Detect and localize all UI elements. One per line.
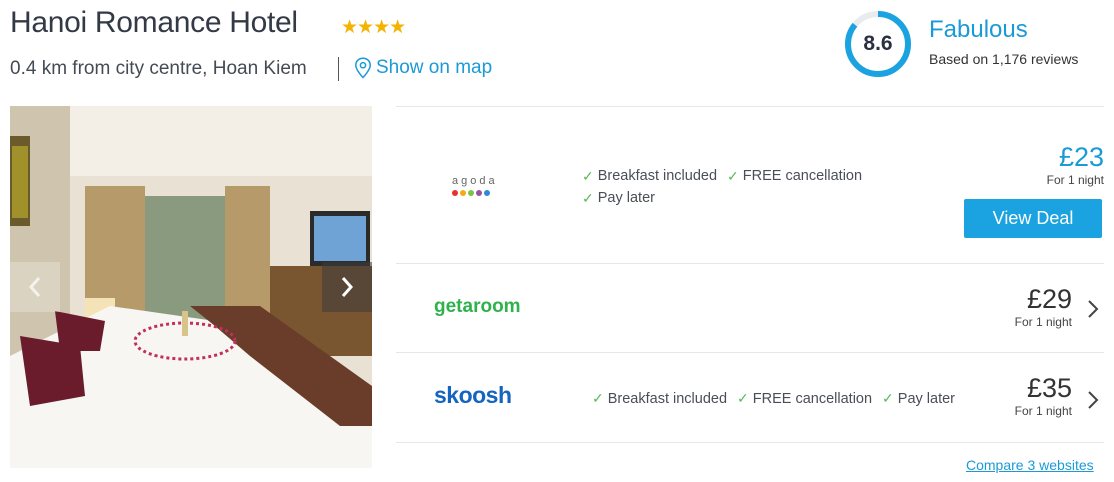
compare-websites-link[interactable]: Compare 3 websites xyxy=(966,457,1094,473)
check-icon: ✓ xyxy=(882,390,894,406)
feature-item: ✓ FREE cancellation xyxy=(727,166,862,187)
show-on-map-label: Show on map xyxy=(376,57,493,78)
agoda-logo-text: agoda xyxy=(452,175,498,187)
chevron-left-icon xyxy=(28,277,41,297)
deal-row-agoda[interactable]: agoda ✓ Breakfast included ✓ FREE cancellat… xyxy=(396,106,1104,263)
map-pin-icon xyxy=(355,57,371,79)
price-agoda: £23 For 1 night xyxy=(1047,143,1104,187)
chevron-right-icon[interactable] xyxy=(1086,390,1100,410)
feature-item: ✓ Pay later xyxy=(882,390,956,407)
feature-item: ✓ FREE cancellation xyxy=(737,390,873,407)
feature-item: ✓ Pay later xyxy=(582,188,655,209)
photo-prev-button[interactable] xyxy=(10,262,60,312)
deal-row-getaroom[interactable]: getaroom £29 For 1 night xyxy=(396,263,1104,352)
price-per-night: For 1 night xyxy=(1014,315,1072,329)
check-icon: ✓ xyxy=(727,168,739,184)
price-amount: £35 xyxy=(1026,373,1072,403)
deal-features-agoda: ✓ Breakfast included ✓ FREE cancellation ✓ P… xyxy=(582,166,912,210)
skoosh-logo: skoosh xyxy=(434,382,512,408)
getaroom-logo: getaroom xyxy=(434,296,521,317)
check-icon: ✓ xyxy=(582,190,594,206)
chevron-right-icon[interactable] xyxy=(1086,299,1100,319)
location-divider xyxy=(338,57,339,81)
price-getaroom: £29 For 1 night xyxy=(1015,285,1072,329)
price-per-night: For 1 night xyxy=(1046,173,1104,187)
agoda-logo: agoda xyxy=(452,175,498,196)
deal-row-skoosh[interactable]: skoosh ✓ Breakfast included ✓ FREE cancella… xyxy=(396,352,1104,443)
photo-next-button[interactable] xyxy=(322,262,372,312)
check-icon: ✓ xyxy=(582,168,594,184)
price-skoosh: £35 For 1 night xyxy=(1015,374,1072,418)
price-per-night: For 1 night xyxy=(1014,404,1072,418)
deal-features-skoosh: ✓ Breakfast included ✓ FREE cancellation ✓ Pa… xyxy=(592,390,965,407)
chevron-right-icon xyxy=(341,277,354,297)
hotel-location: 0.4 km from city centre, Hoan Kiem xyxy=(10,58,307,79)
price-amount: £23 xyxy=(1058,142,1104,172)
check-icon: ✓ xyxy=(592,390,604,406)
rating-label: Fabulous xyxy=(929,16,1028,43)
feature-item: ✓ Breakfast included xyxy=(582,166,717,187)
feature-item: ✓ Breakfast included xyxy=(592,390,728,407)
star-rating-icon: ★★★★ xyxy=(341,17,406,38)
hotel-name: Hanoi Romance Hotel xyxy=(10,6,298,39)
price-amount: £29 xyxy=(1026,284,1072,314)
review-count: Based on 1,176 reviews xyxy=(929,51,1079,67)
show-on-map-link[interactable]: Show on map xyxy=(354,57,492,79)
view-deal-button[interactable]: View Deal xyxy=(964,199,1102,238)
check-icon: ✓ xyxy=(737,390,749,406)
rating-score: 8.6 xyxy=(863,32,893,55)
hotel-room-photo[interactable] xyxy=(10,106,372,468)
